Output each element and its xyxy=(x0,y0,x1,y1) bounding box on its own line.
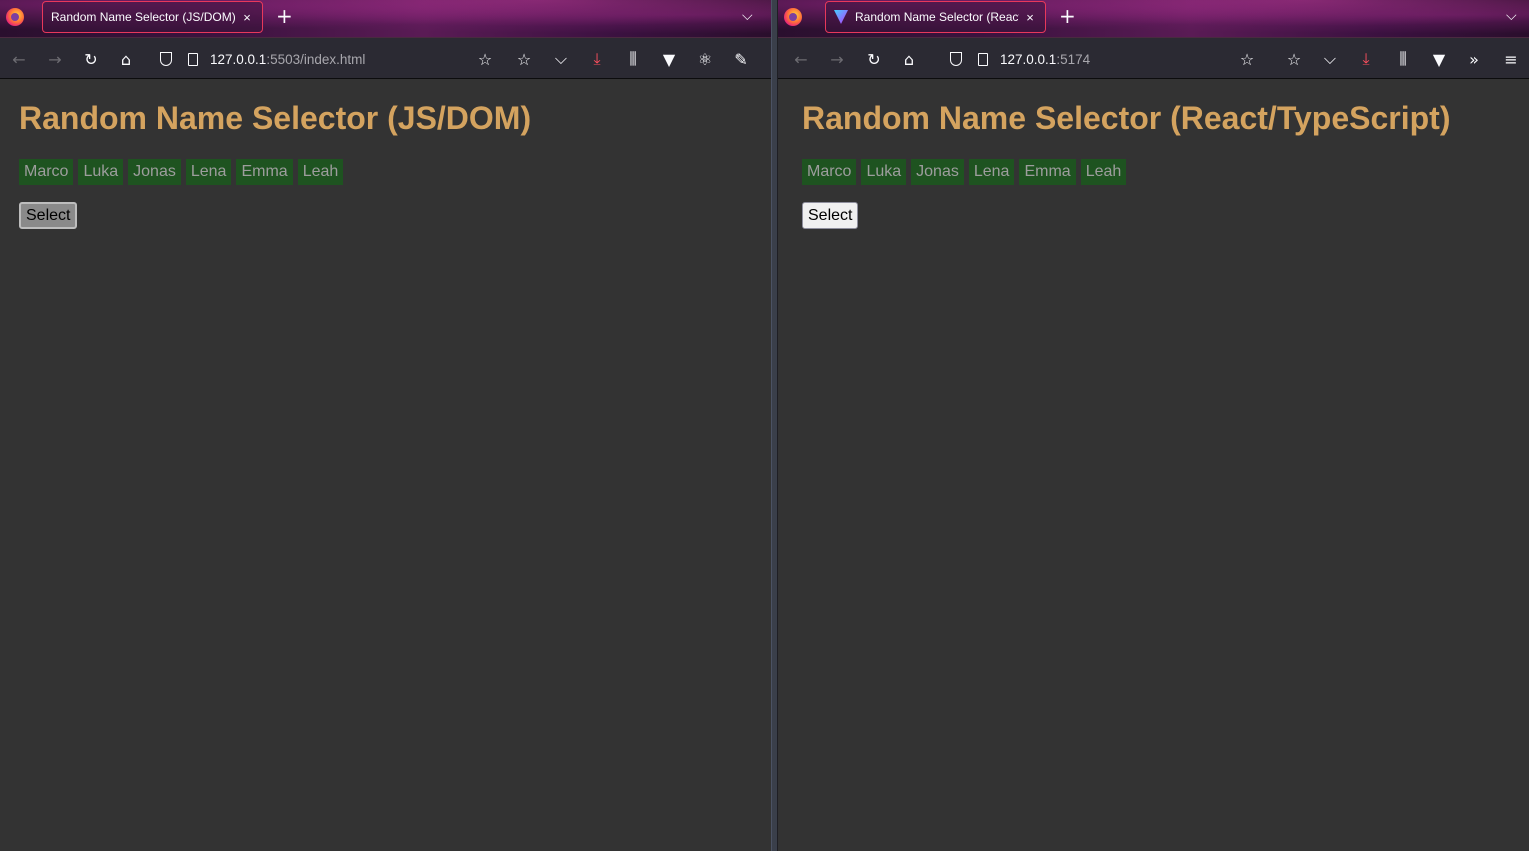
page-content: Random Name Selector (React/TypeScript) … xyxy=(778,79,1529,249)
name-chip: Jonas xyxy=(911,159,964,185)
reload-icon[interactable]: ↻ xyxy=(80,48,102,70)
home-icon[interactable]: ⌂ xyxy=(115,48,137,70)
chevron-down-icon[interactable]: ⌵ xyxy=(1506,8,1517,24)
page-title: Random Name Selector (JS/DOM) xyxy=(19,100,532,136)
url-bar[interactable]: 127.0.0.1:5503/index.html xyxy=(160,46,365,72)
name-chip: Emma xyxy=(236,159,293,185)
home-icon[interactable]: ⌂ xyxy=(898,48,920,70)
name-chip: Leah xyxy=(297,159,344,185)
nav-bar: ← → ↻ ⌂ 127.0.0.1:5503/index.html ☆ ☆ ⌵ … xyxy=(0,37,771,79)
library-icon[interactable]: ⫼ xyxy=(622,48,644,70)
download-icon[interactable]: ⤓ xyxy=(1355,48,1377,70)
name-chip: Marco xyxy=(802,159,857,185)
firefox-logo-icon[interactable] xyxy=(6,8,24,26)
pocket-icon[interactable]: ⌵ xyxy=(550,48,572,70)
pocket-icon[interactable]: ⌵ xyxy=(1319,48,1341,70)
hamburger-menu-icon[interactable]: ≡ xyxy=(1500,48,1522,70)
url-bar[interactable]: 127.0.0.1:5174 xyxy=(950,46,1090,72)
new-tab-icon[interactable]: + xyxy=(276,6,293,26)
firefox-logo-icon[interactable] xyxy=(784,8,802,26)
name-chip: Luka xyxy=(861,159,907,185)
nav-bar: ← → ↻ ⌂ 127.0.0.1:5174 ☆ ☆ ⌵ ⤓ ⫼ ▼ » ≡ xyxy=(778,37,1529,79)
name-chip: Luka xyxy=(78,159,124,185)
tab-title: Random Name Selector (JS/DOM) xyxy=(51,10,236,24)
back-icon[interactable]: ← xyxy=(8,48,30,70)
desktop: Random Name Selector (JS/DOM) × + ⌵ ← → … xyxy=(0,0,1529,851)
extensions-icon[interactable]: ☆ xyxy=(1283,48,1305,70)
name-chip: Leah xyxy=(1080,159,1127,185)
tab-active[interactable]: Random Name Selector (React/ × xyxy=(825,1,1046,33)
url-path: :5503/index.html xyxy=(266,51,366,67)
url-host: 127.0.0.1 xyxy=(210,51,267,67)
react-devtools-icon[interactable]: ⚛ xyxy=(694,48,716,70)
name-chip: Lena xyxy=(968,159,1015,185)
forward-icon[interactable]: → xyxy=(44,48,66,70)
extensions-icon[interactable]: ☆ xyxy=(513,48,535,70)
download-icon[interactable]: ⤓ xyxy=(586,48,608,70)
page-icon[interactable] xyxy=(188,52,198,66)
vue-devtools-icon[interactable]: ▼ xyxy=(1428,48,1450,70)
shield-icon[interactable] xyxy=(950,52,962,66)
name-chip: Marco xyxy=(19,159,74,185)
close-icon[interactable]: × xyxy=(240,10,254,25)
pen-icon[interactable]: ✎ xyxy=(730,48,752,70)
back-icon[interactable]: ← xyxy=(790,48,812,70)
name-chip: Lena xyxy=(185,159,232,185)
new-tab-icon[interactable]: + xyxy=(1059,6,1076,26)
select-button[interactable]: Select xyxy=(802,202,859,229)
library-icon[interactable]: ⫼ xyxy=(1392,48,1414,70)
name-chip: Emma xyxy=(1019,159,1076,185)
window-divider[interactable] xyxy=(771,0,778,851)
page-icon[interactable] xyxy=(978,52,988,66)
close-icon[interactable]: × xyxy=(1023,10,1037,25)
select-button[interactable]: Select xyxy=(19,202,78,229)
url-path: :5174 xyxy=(1056,51,1091,67)
shield-icon[interactable] xyxy=(160,52,172,66)
reload-icon[interactable]: ↻ xyxy=(863,48,885,70)
bookmark-star-icon[interactable]: ☆ xyxy=(474,48,496,70)
browser-window-left: Random Name Selector (JS/DOM) × + ⌵ ← → … xyxy=(0,0,771,851)
page-title: Random Name Selector (React/TypeScript) xyxy=(802,100,1451,136)
tab-bar: Random Name Selector (JS/DOM) × + ⌵ xyxy=(0,0,771,37)
url-host: 127.0.0.1 xyxy=(1000,51,1057,67)
vite-favicon-icon xyxy=(834,10,848,24)
browser-window-right: Random Name Selector (React/ × + ⌵ ← → ↻… xyxy=(778,0,1529,851)
tab-active[interactable]: Random Name Selector (JS/DOM) × xyxy=(42,1,263,33)
tab-bar: Random Name Selector (React/ × + ⌵ xyxy=(778,0,1529,37)
forward-icon[interactable]: → xyxy=(826,48,848,70)
name-list: Marco Luka Jonas Lena Emma Leah xyxy=(19,159,752,185)
vue-devtools-icon[interactable]: ▼ xyxy=(658,48,680,70)
name-list: Marco Luka Jonas Lena Emma Leah xyxy=(802,159,1510,185)
chevron-down-icon[interactable]: ⌵ xyxy=(742,8,753,24)
name-chip: Jonas xyxy=(128,159,181,185)
overflow-menu-icon[interactable]: » xyxy=(1463,48,1485,70)
tab-title: Random Name Selector (React/ xyxy=(855,10,1019,24)
bookmark-star-icon[interactable]: ☆ xyxy=(1236,48,1258,70)
page-content: Random Name Selector (JS/DOM) Marco Luka… xyxy=(0,79,771,249)
